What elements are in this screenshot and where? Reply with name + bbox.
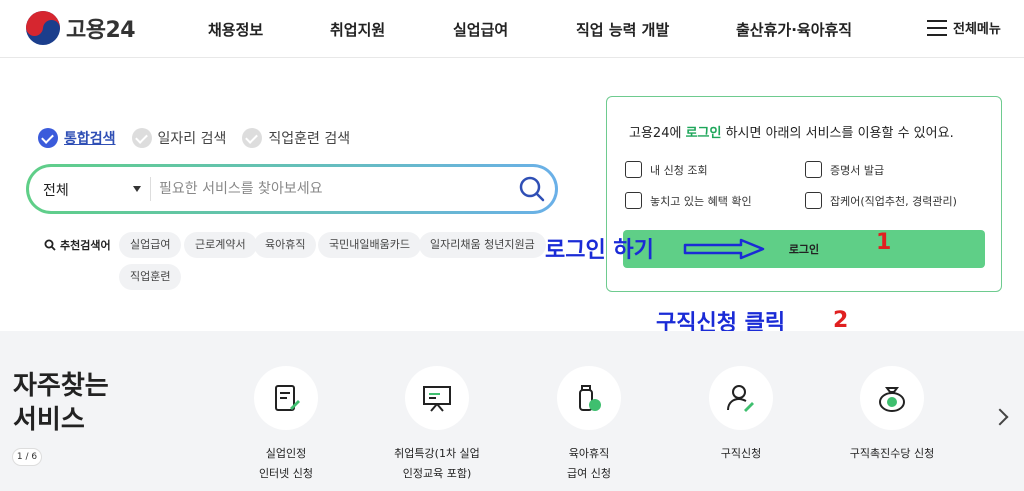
document-coin-icon bbox=[625, 192, 642, 209]
service-jobcare[interactable]: 잡케어(직업추천, 경력관리) bbox=[805, 192, 957, 209]
tab-job-search[interactable]: 일자리 검색 bbox=[131, 128, 227, 148]
search-bar: 전체 bbox=[26, 164, 558, 214]
title-line-1: 자주찾는 bbox=[13, 371, 109, 401]
login-card: 고용24에 로그인 하시면 아래의 서비스를 이용할 수 있어요. 내 신청 조… bbox=[606, 96, 1002, 292]
clipboard-icon bbox=[805, 192, 822, 209]
arrow-right-icon bbox=[683, 238, 765, 260]
service-parental-leave-benefit[interactable]: 육아휴직 급여 신청 bbox=[509, 366, 669, 484]
nav-parental-leave[interactable]: 출산휴가·육아휴직 bbox=[736, 19, 852, 40]
keyword-chip[interactable]: 실업급여 bbox=[119, 232, 182, 258]
service-icon-circle bbox=[557, 366, 621, 430]
service-icon-circle bbox=[405, 366, 469, 430]
check-circle-icon bbox=[38, 128, 58, 148]
caret-down-icon[interactable] bbox=[133, 186, 141, 192]
divider bbox=[150, 177, 151, 201]
annotation-step-1: 1 bbox=[876, 230, 892, 255]
checklist-icon bbox=[625, 161, 642, 178]
title-suffix: 하시면 아래의 서비스를 이용할 수 있어요. bbox=[721, 126, 954, 141]
all-menu-label: 전체메뉴 bbox=[953, 22, 1001, 37]
tab-integrated-search[interactable]: 통합검색 bbox=[38, 128, 116, 148]
service-label: 놓치고 있는 혜택 확인 bbox=[650, 194, 752, 208]
service-unemployment-recognition[interactable]: 실업인정 인터넷 신청 bbox=[206, 366, 366, 484]
nav-employment-support[interactable]: 취업지원 bbox=[330, 19, 385, 40]
login-card-title: 고용24에 로그인 하시면 아래의 서비스를 이용할 수 있어요. bbox=[629, 122, 954, 141]
search-bar-inner: 전체 bbox=[29, 167, 555, 211]
search-icon[interactable] bbox=[517, 174, 547, 204]
tab-label: 직업훈련 검색 bbox=[268, 131, 351, 147]
recommended-keywords-label: 추천검색어 bbox=[44, 237, 111, 253]
service-employment-lecture[interactable]: 취업특강(1차 실업 인정교육 포함) bbox=[357, 366, 517, 484]
search-type-tabs: 통합검색 일자리 검색 직업훈련 검색 bbox=[38, 128, 366, 148]
baby-bottle-icon bbox=[579, 385, 601, 411]
recommended-label-text: 추천검색어 bbox=[60, 239, 111, 252]
printer-icon bbox=[805, 161, 822, 178]
title-prefix: 고용24에 bbox=[629, 126, 686, 141]
chevron-right-icon[interactable] bbox=[991, 408, 1009, 426]
nav-vocational-training[interactable]: 직업 능력 개발 bbox=[576, 19, 669, 40]
service-label: 구직촉진수당 신청 bbox=[849, 447, 935, 460]
service-missed-benefits[interactable]: 놓치고 있는 혜택 확인 bbox=[625, 192, 752, 209]
service-label: 육아휴직 급여 신청 bbox=[567, 447, 611, 480]
service-my-applications[interactable]: 내 신청 조회 bbox=[625, 161, 708, 178]
tab-label: 일자리 검색 bbox=[157, 131, 227, 147]
service-icon-circle bbox=[254, 366, 318, 430]
document-edit-icon bbox=[275, 385, 300, 411]
annotation-login-hint: 로그인 하기 bbox=[545, 238, 654, 263]
service-job-application[interactable]: 구직신청 bbox=[661, 366, 821, 464]
service-label: 증명서 발급 bbox=[830, 163, 885, 177]
service-label: 취업특강(1차 실업 인정교육 포함) bbox=[394, 447, 480, 480]
keyword-chip[interactable]: 육아휴직 bbox=[254, 232, 317, 258]
service-label: 구직신청 bbox=[720, 447, 762, 460]
service-label: 내 신청 조회 bbox=[650, 163, 708, 177]
keyword-chip[interactable]: 근로계약서 bbox=[184, 232, 257, 258]
top-header: 고용24 채용정보 취업지원 실업급여 직업 능력 개발 출산휴가·육아휴직 전… bbox=[0, 0, 1024, 58]
presentation-icon bbox=[423, 386, 451, 412]
service-certificate[interactable]: 증명서 발급 bbox=[805, 161, 884, 178]
keyword-chip[interactable]: 일자리채움 청년지원금 bbox=[419, 232, 546, 258]
nav-unemployment-benefit[interactable]: 실업급여 bbox=[453, 19, 508, 40]
title-login-highlight: 로그인 bbox=[685, 126, 722, 141]
person-edit-icon bbox=[727, 385, 754, 412]
check-circle-icon bbox=[242, 128, 263, 148]
all-menu-button[interactable]: 전체메뉴 bbox=[927, 18, 1001, 37]
login-button[interactable]: 로그인 bbox=[623, 230, 985, 268]
service-label: 실업인정 인터넷 신청 bbox=[258, 447, 314, 480]
service-icon-circle bbox=[860, 366, 924, 430]
tab-training-search[interactable]: 직업훈련 검색 bbox=[242, 128, 350, 148]
hamburger-icon bbox=[927, 19, 947, 36]
title-line-2: 서비스 bbox=[13, 405, 85, 435]
money-bag-icon bbox=[879, 387, 905, 412]
search-scope-select[interactable]: 전체 bbox=[43, 180, 69, 200]
service-job-seeking-allowance[interactable]: 구직촉진수당 신청 bbox=[812, 366, 972, 464]
taegeuk-logo-icon bbox=[26, 11, 60, 45]
logo-text: 고용24 bbox=[66, 18, 136, 43]
service-icon-circle bbox=[709, 366, 773, 430]
nav-jobs-info[interactable]: 채용정보 bbox=[208, 19, 263, 40]
carousel-pager: 1 / 6 bbox=[12, 448, 42, 466]
frequent-services-section: 자주찾는 서비스 1 / 6 실업인정 인터넷 신청 취업특강(1차 실업 인정… bbox=[0, 331, 1024, 491]
section-title: 자주찾는 서비스 bbox=[13, 369, 109, 437]
magnifier-icon bbox=[44, 239, 56, 251]
search-input[interactable] bbox=[159, 175, 499, 203]
service-label: 잡케어(직업추천, 경력관리) bbox=[830, 194, 957, 208]
keyword-chip[interactable]: 직업훈련 bbox=[119, 264, 182, 290]
annotation-step-2: 2 bbox=[833, 308, 849, 333]
tab-label: 통합검색 bbox=[64, 131, 116, 147]
check-circle-icon bbox=[131, 128, 152, 148]
site-logo[interactable]: 고용24 bbox=[26, 11, 136, 45]
keyword-chip[interactable]: 국민내일배움카드 bbox=[318, 232, 421, 258]
